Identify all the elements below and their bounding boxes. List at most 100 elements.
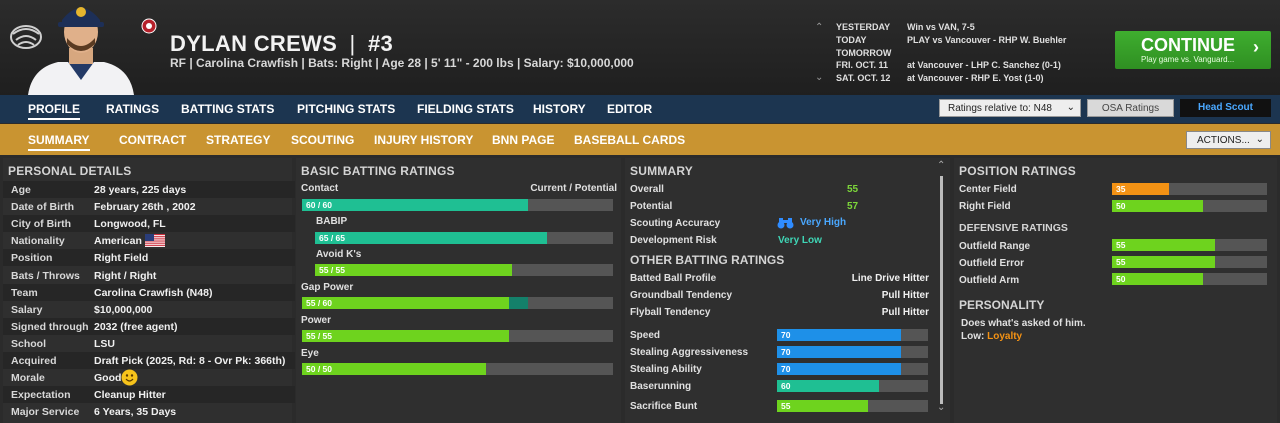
detail-value: Draft Pick (2025, Rd: 8 - Ovr Pk: 366th) — [94, 355, 286, 367]
babip-label: BABIP — [316, 216, 348, 227]
actions-dropdown[interactable]: ACTIONS... ⌄ — [1186, 131, 1271, 149]
tab-history[interactable]: HISTORY — [533, 102, 586, 116]
player-name-text: DYLAN CREWS — [170, 31, 338, 56]
tab-baseball-cards[interactable]: BASEBALL CARDS — [574, 133, 685, 147]
detail-value: Longwood, FL — [94, 218, 166, 231]
schedule-day: FRI. OCT. 11 — [836, 60, 889, 71]
summary-scrollbar[interactable]: ⌃ ⌄ — [937, 160, 947, 419]
tab-scouting[interactable]: SCOUTING — [291, 133, 354, 147]
detail-row: Bats / Throws Right / Right — [3, 267, 295, 284]
scouting-accuracy-value: Very High — [800, 217, 847, 228]
tab-profile[interactable]: PROFILE — [28, 102, 81, 120]
scroll-down-icon[interactable]: ⌄ — [937, 402, 945, 413]
rating-value: 55 / 55 — [306, 331, 332, 341]
secondary-nav: SUMMARY CONTRACT STRATEGY SCOUTING INJUR… — [0, 124, 1280, 155]
tab-injury-history[interactable]: INJURY HISTORY — [374, 133, 473, 147]
scroll-up-icon[interactable]: ⌃ — [937, 160, 945, 171]
outfield-error-label: Outfield Error — [959, 258, 1025, 269]
rating-value: 60 / 60 — [306, 200, 332, 210]
actions-label: ACTIONS... — [1197, 135, 1250, 146]
rating-bar: 50 — [1112, 200, 1267, 212]
center-field-label: Center Field — [959, 184, 1017, 195]
schedule-down-icon[interactable]: ⌄ — [815, 72, 823, 83]
rating-bar: 50 / 50 — [302, 363, 613, 375]
schedule-day: TOMORROW — [836, 47, 892, 58]
contact-label: Contact — [301, 183, 339, 194]
rating-bar: 65 / 65 — [315, 232, 613, 244]
baserunning-label: Baserunning — [630, 381, 692, 392]
detail-row: Morale Good — [3, 369, 295, 386]
summary-title: SUMMARY — [630, 164, 693, 178]
rating-value: 50 — [1116, 274, 1126, 284]
personality-low-value: Loyalty — [987, 331, 1023, 342]
tab-summary[interactable]: SUMMARY — [28, 133, 90, 151]
tab-ratings[interactable]: RATINGS — [106, 102, 159, 116]
rating-bar: 60 — [777, 380, 928, 392]
detail-label: Morale — [11, 372, 45, 385]
osa-ratings-button[interactable]: OSA Ratings — [1087, 99, 1174, 117]
rating-bar: 60 / 60 — [302, 199, 613, 211]
rating-bar: 55 / 55 — [315, 264, 613, 276]
rating-fill — [302, 330, 509, 342]
detail-label: Acquired — [11, 355, 57, 367]
ratings-select-value: Ratings relative to: N48 — [948, 103, 1052, 114]
rating-bar: 55 / 55 — [302, 330, 613, 342]
schedule-day: TODAY — [836, 34, 867, 45]
rating-fill — [1112, 256, 1216, 268]
position-ratings-panel: POSITION RATINGS Center Field Right Fiel… — [954, 158, 1277, 423]
tab-batting-stats[interactable]: BATTING STATS — [181, 102, 274, 116]
personality-low-label: Low: — [961, 331, 985, 342]
rating-value: 70 — [781, 347, 791, 357]
rating-value: 35 — [1116, 184, 1126, 194]
basic-batting-title: BASIC BATTING RATINGS — [301, 164, 455, 178]
batted-ball-value: Line Drive Hitter — [851, 273, 929, 284]
schedule-row[interactable]: TODAY PLAY vs Vancouver - RHP W. Buehler — [836, 35, 1107, 48]
schedule-row[interactable]: FRI. OCT. 11 at Vancouver - LHP C. Sanche… — [836, 60, 1107, 73]
rating-value: 50 / 50 — [306, 364, 332, 374]
rating-fill — [302, 297, 509, 309]
chevron-down-icon: ⌄ — [1255, 134, 1264, 145]
groundball-label: Groundball Tendency — [630, 290, 733, 301]
tab-editor[interactable]: EDITOR — [607, 102, 652, 116]
schedule-game: PLAY vs Vancouver - RHP W. Buehler — [907, 34, 1067, 45]
ratings-relative-select[interactable]: Ratings relative to: N48 ⌄ — [939, 99, 1081, 117]
rating-fill — [777, 400, 869, 412]
tab-bnn-page[interactable]: BNN PAGE — [492, 133, 554, 147]
detail-row: School LSU — [3, 335, 295, 352]
continue-button[interactable]: CONTINUE Play game vs. Vanguard... › — [1115, 31, 1271, 69]
schedule-up-icon[interactable]: ⌃ — [815, 22, 823, 33]
rating-value: 60 — [781, 381, 791, 391]
detail-value: 28 years, 225 days — [94, 184, 187, 196]
rating-value: 65 / 65 — [319, 233, 345, 243]
rating-fill — [777, 380, 880, 392]
development-risk-label: Development Risk — [630, 235, 717, 246]
rating-bar: 70 — [777, 363, 928, 375]
stealing-ability-label: Stealing Ability — [630, 364, 702, 375]
primary-nav: PROFILE RATINGS BATTING STATS PITCHING S… — [0, 95, 1280, 123]
schedule-row[interactable]: TOMORROW — [836, 48, 1107, 61]
tab-contract[interactable]: CONTRACT — [119, 133, 186, 147]
detail-value: Right / Right — [94, 269, 157, 282]
scrollbar-track[interactable] — [940, 176, 943, 404]
tab-strategy[interactable]: STRATEGY — [206, 133, 270, 147]
tab-pitching-stats[interactable]: PITCHING STATS — [297, 102, 395, 116]
rating-bar: 55 — [1112, 256, 1267, 268]
player-meta: RF | Carolina Crawfish | Bats: Right | A… — [170, 56, 634, 70]
rating-fill — [1112, 239, 1216, 251]
eye-label: Eye — [301, 348, 319, 359]
personal-details-title: PERSONAL DETAILS — [8, 164, 132, 178]
player-number: #3 — [367, 31, 394, 56]
tab-fielding-stats[interactable]: FIELDING STATS — [417, 102, 514, 116]
detail-row: Expectation Cleanup Hitter — [3, 386, 295, 404]
detail-label: School — [11, 337, 47, 350]
personality-title: PERSONALITY — [959, 298, 1045, 312]
us-flag-icon — [145, 234, 165, 248]
development-risk-value: Very Low — [778, 235, 822, 246]
schedule-row[interactable]: SAT. OCT. 12 at Vancouver - RHP E. Yost (… — [836, 73, 1107, 86]
potential-value: 57 — [847, 201, 859, 212]
continue-sublabel: Play game vs. Vanguard... — [1141, 55, 1235, 64]
detail-label: Position — [11, 252, 53, 265]
schedule-row[interactable]: YESTERDAY Win vs VAN, 7-5 — [836, 22, 1107, 35]
schedule-arrows: ⌃ ⌄ — [815, 22, 825, 86]
head-scout-button[interactable]: Head Scout — [1180, 99, 1271, 117]
